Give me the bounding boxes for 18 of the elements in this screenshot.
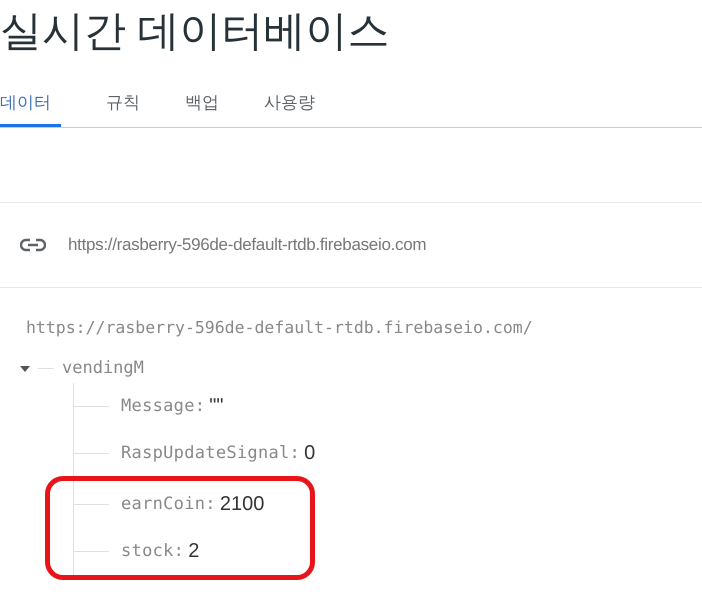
page-title: 실시간 데이터베이스	[0, 6, 391, 56]
caret-icon[interactable]	[20, 366, 30, 372]
tree-root-url[interactable]: https://rasberry-596de-default-rtdb.firebaseio.com/	[26, 316, 702, 341]
link-icon	[20, 238, 46, 252]
tab[interactable]: 규칙	[106, 70, 140, 127]
tree-value[interactable]: 2100	[220, 489, 264, 520]
tree-value[interactable]: 2	[188, 536, 200, 566]
tree-key[interactable]: earnCoin:	[121, 492, 216, 517]
tab[interactable]: 백업	[185, 70, 219, 127]
tree-key[interactable]: stock:	[121, 538, 184, 564]
tree-key[interactable]: RaspUpdateSignal:	[121, 440, 300, 466]
tree-value[interactable]: 0	[304, 438, 316, 468]
tab[interactable]: 사용량	[264, 70, 315, 127]
database-url: https://rasberry-596de-default-rtdb.firebaseio.com	[68, 234, 426, 256]
tree-key[interactable]: vendingM	[62, 356, 144, 382]
tab[interactable]: 데이터	[0, 70, 61, 127]
tree-value[interactable]: ""	[209, 391, 224, 422]
tree-key[interactable]: Message:	[121, 394, 206, 419]
